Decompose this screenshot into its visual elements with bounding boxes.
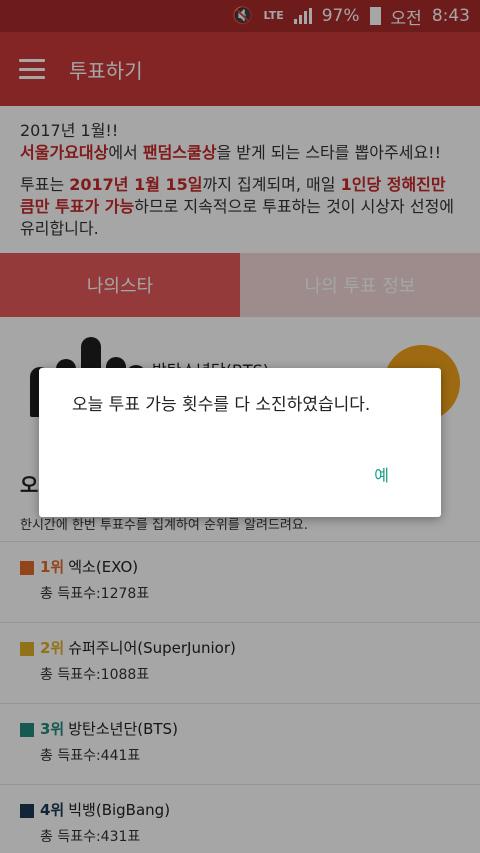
alert-dialog: 오늘 투표 가능 횟수를 다 소진하였습니다. 예 [39,368,441,517]
dialog-ok-button[interactable]: 예 [374,462,389,486]
dialog-message: 오늘 투표 가능 횟수를 다 소진하였습니다. [72,395,371,415]
